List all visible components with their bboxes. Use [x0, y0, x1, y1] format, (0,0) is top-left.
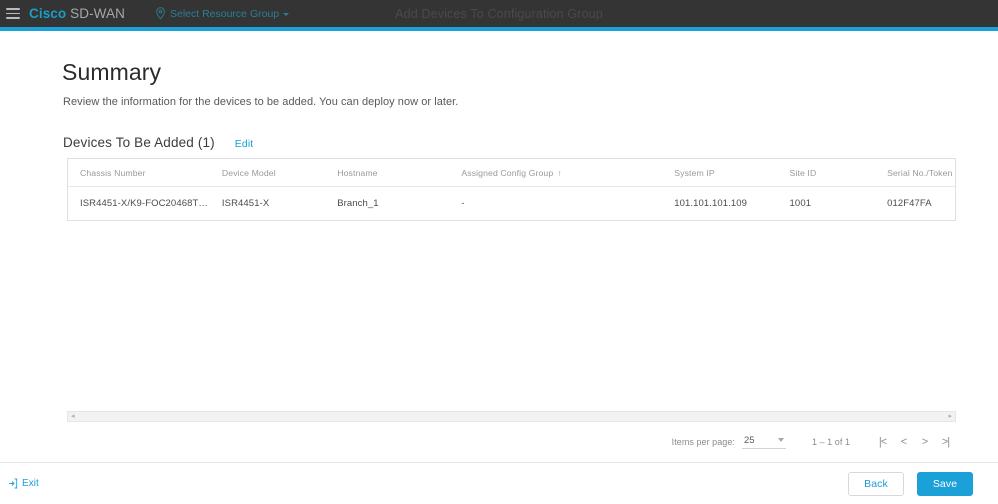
cell-serial-no-token: 012F47FA: [887, 198, 932, 209]
main-content: Summary Review the information for the d…: [0, 31, 998, 462]
application-window: Cisco SD-WAN Select Resource Group Add D…: [0, 0, 998, 504]
devices-table-body: ISR4451-X/K9-FOC20468TWU ISR4451-X Branc…: [68, 187, 955, 221]
exit-label: Exit: [22, 478, 39, 489]
cell-site-id: 1001: [789, 198, 812, 209]
hamburger-line: [6, 17, 20, 19]
chevron-down-icon: [777, 438, 784, 442]
resource-group-label: Select Resource Group: [169, 7, 280, 20]
items-per-page-select[interactable]: 25: [741, 434, 786, 449]
column-label: Hostname: [337, 168, 378, 178]
page-header-title: Add Devices To Configuration Group: [395, 6, 603, 21]
column-label: System IP: [674, 168, 715, 178]
column-header-hostname[interactable]: Hostname: [325, 159, 450, 187]
column-header-assigned-config-group[interactable]: Assigned Config Group ↑: [449, 159, 663, 187]
table-row[interactable]: ISR4451-X/K9-FOC20468TWU ISR4451-X Branc…: [68, 187, 955, 221]
brand-sdwan: SD-WAN: [70, 6, 125, 21]
cell-device-model: ISR4451-X: [221, 198, 270, 209]
devices-table-container: Chassis Number Device Model Hostname Ass…: [67, 158, 956, 221]
location-pin-icon: [156, 7, 165, 20]
cell-chassis-number: ISR4451-X/K9-FOC20468TWU: [80, 198, 210, 209]
app-header: Cisco SD-WAN Select Resource Group Add D…: [0, 0, 998, 31]
footer-bar: Exit Back Save: [0, 462, 998, 504]
back-button[interactable]: Back: [848, 471, 904, 496]
column-header-serial-no-token[interactable]: Serial No./Token: [875, 159, 955, 187]
table-paginator: Items per page: 25 1 – 1 of 1 |< < > >|: [672, 431, 956, 452]
chevron-down-icon: [283, 13, 290, 16]
devices-table-head: Chassis Number Device Model Hostname Ass…: [68, 159, 955, 187]
brand-logo[interactable]: Cisco SD-WAN: [29, 6, 125, 21]
next-page-button[interactable]: >: [914, 431, 935, 452]
column-header-device-model[interactable]: Device Model: [209, 159, 326, 187]
hamburger-line: [6, 8, 20, 10]
column-header-system-ip[interactable]: System IP: [662, 159, 778, 187]
column-label: Chassis Number: [80, 168, 146, 178]
edit-devices-link[interactable]: Edit: [235, 138, 254, 150]
last-page-button[interactable]: >|: [935, 431, 956, 452]
exit-link[interactable]: Exit: [8, 478, 39, 489]
resource-group-selector[interactable]: Select Resource Group: [155, 7, 290, 20]
pagination-buttons: |< < > >|: [872, 431, 956, 452]
save-button[interactable]: Save: [917, 471, 973, 496]
column-label: Device Model: [221, 168, 276, 178]
page-title: Summary: [62, 59, 162, 85]
column-label: Assigned Config Group: [461, 168, 554, 178]
devices-table: Chassis Number Device Model Hostname Ass…: [68, 159, 955, 220]
items-per-page-value: 25: [743, 434, 755, 446]
table-horizontal-scrollbar[interactable]: ◂ ▸: [67, 411, 956, 422]
items-per-page-label: Items per page:: [671, 436, 735, 447]
exit-door-icon: [9, 478, 18, 489]
section-header: Devices To Be Added (1) Edit: [63, 135, 998, 150]
cell-hostname: Branch_1: [337, 198, 379, 209]
cell-system-ip: 101.101.101.109: [674, 198, 748, 209]
hamburger-menu-icon[interactable]: [6, 8, 20, 19]
previous-page-button[interactable]: <: [893, 431, 914, 452]
cell-assigned-config-group: -: [461, 198, 465, 209]
brand-cisco: Cisco: [29, 6, 67, 21]
pagination-range-label: 1 – 1 of 1: [811, 436, 850, 447]
column-header-site-id[interactable]: Site ID: [777, 159, 876, 187]
scroll-left-arrow-icon[interactable]: ◂: [68, 413, 78, 420]
hamburger-line: [6, 12, 20, 15]
first-page-button[interactable]: |<: [872, 431, 893, 452]
table-header-row: Chassis Number Device Model Hostname Ass…: [68, 159, 955, 187]
page-subtitle: Review the information for the devices t…: [63, 96, 459, 108]
column-label: Site ID: [789, 168, 817, 178]
sort-ascending-icon: ↑: [557, 168, 562, 178]
devices-section-title: Devices To Be Added (1): [63, 135, 215, 150]
column-label: Serial No./Token: [887, 168, 953, 178]
scroll-right-arrow-icon[interactable]: ▸: [945, 413, 955, 420]
column-header-chassis-number[interactable]: Chassis Number: [68, 159, 210, 187]
